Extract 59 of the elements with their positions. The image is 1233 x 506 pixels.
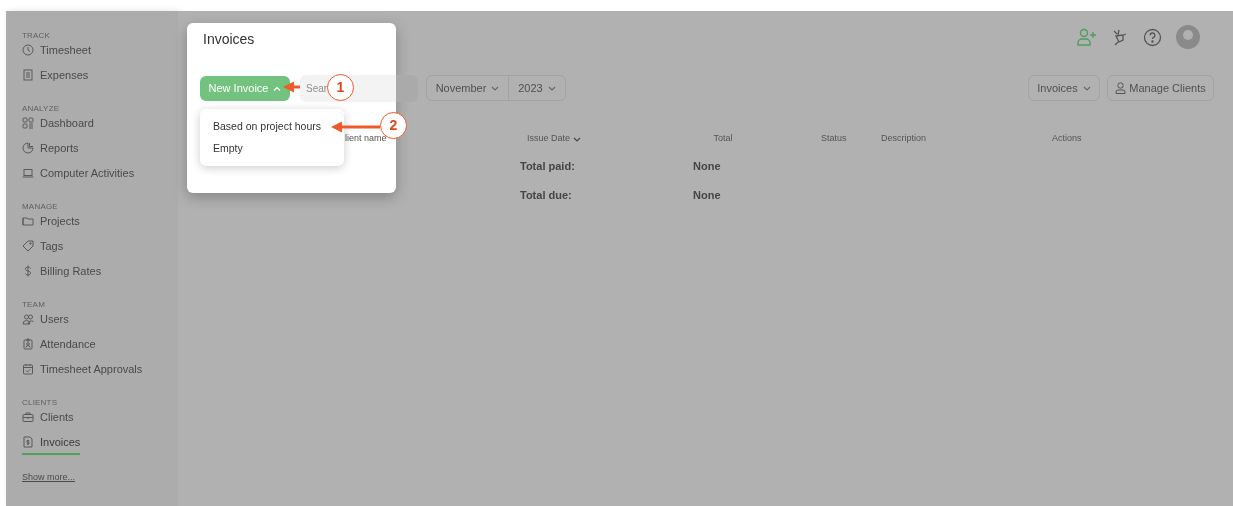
- calendar-check-icon: [22, 363, 34, 375]
- column-header: Status: [821, 132, 847, 146]
- sidebar-item[interactable]: Tags: [22, 237, 64, 260]
- sidebar-item[interactable]: Attendance: [22, 335, 96, 358]
- users-icon: [22, 313, 34, 325]
- year-dropdown[interactable]: 2023: [509, 76, 565, 100]
- summary-value: None: [693, 159, 721, 175]
- briefcase-icon: [22, 411, 34, 423]
- invoices-dropdown[interactable]: Invoices: [1028, 75, 1100, 101]
- plug-icon[interactable]: [1111, 28, 1129, 46]
- chevron-down-icon: [1082, 85, 1091, 91]
- sidebar-item[interactable]: Invoices: [22, 433, 81, 456]
- user-icon: [1115, 82, 1127, 94]
- menu-item[interactable]: Empty: [213, 140, 243, 157]
- chevron-up-icon: [273, 86, 282, 91]
- clock-icon: [22, 44, 34, 56]
- column-header: lient name: [345, 132, 387, 146]
- sidebar-item[interactable]: Billing Rates: [22, 262, 102, 285]
- manage-clients-button[interactable]: Manage Clients: [1107, 75, 1214, 101]
- column-header: Actions: [1052, 132, 1082, 146]
- column-header: Total: [713, 132, 733, 146]
- dialog-title: Invoices: [203, 30, 255, 49]
- section-label: CLIENTS: [22, 399, 59, 407]
- sidebar-item[interactable]: Dashboard: [22, 114, 94, 137]
- sidebar-item[interactable]: Projects: [22, 212, 80, 235]
- laptop-icon: [22, 167, 34, 179]
- section-label: TRACK: [22, 32, 52, 40]
- sidebar-item[interactable]: Users: [22, 310, 69, 333]
- callout-arrow: [283, 81, 300, 93]
- column-header[interactable]: Issue Date: [527, 132, 582, 146]
- new-invoice-button[interactable]: New Invoice: [200, 76, 290, 101]
- summary-label: Total due:: [520, 188, 573, 204]
- sidebar-item[interactable]: Expenses: [22, 66, 89, 89]
- summary-label: Total paid:: [520, 159, 576, 175]
- help-icon[interactable]: [1143, 27, 1162, 47]
- tag-icon: [22, 240, 34, 252]
- section-label: TEAM: [22, 301, 47, 309]
- summary-value: None: [693, 188, 721, 204]
- dollar-icon: [22, 265, 34, 277]
- show-more-link[interactable]: Show more...: [22, 471, 76, 485]
- invoice-icon: [22, 436, 34, 448]
- column-header: Description: [881, 132, 927, 146]
- menu-item[interactable]: Based on project hours: [213, 118, 321, 135]
- folder-icon: [22, 215, 34, 227]
- sidebar-item[interactable]: Computer Activities: [22, 164, 135, 187]
- sidebar-item[interactable]: Timesheet Approvals: [22, 360, 143, 383]
- chevron-down-icon: [491, 85, 500, 91]
- section-label: MANAGE: [22, 203, 59, 211]
- section-label: ANALYZE: [22, 105, 61, 113]
- sidebar-item[interactable]: Clients: [22, 408, 74, 431]
- dashboard-icon: [22, 117, 34, 129]
- sidebar-item[interactable]: Reports: [22, 139, 79, 162]
- chevron-down-icon: [547, 85, 556, 91]
- sort-chevron-icon: [573, 136, 582, 142]
- badge-icon: [22, 338, 34, 350]
- pie-chart-icon: [22, 142, 34, 154]
- month-dropdown[interactable]: November: [427, 76, 509, 100]
- receipt-icon: [22, 69, 34, 81]
- sidebar-item[interactable]: Timesheet: [22, 41, 91, 64]
